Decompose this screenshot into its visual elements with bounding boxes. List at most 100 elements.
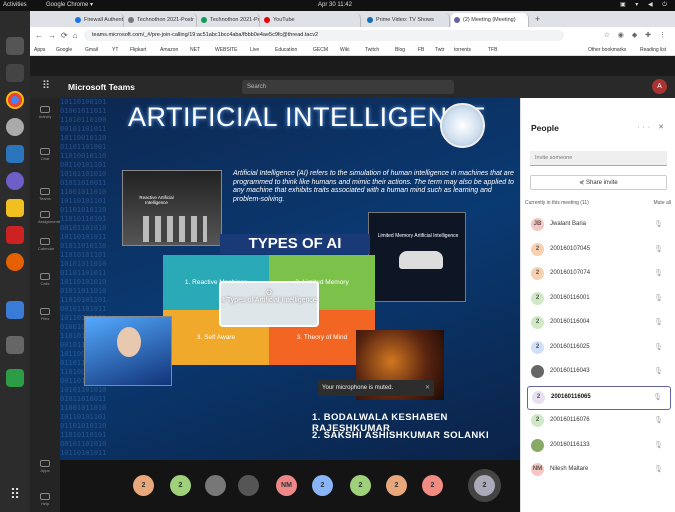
current-participants-label[interactable]: Currently in this meeting (11) — [525, 200, 589, 206]
tab-3[interactable]: YouTube — [261, 13, 361, 27]
chessboard-graphic — [143, 216, 207, 242]
bookmark-16[interactable]: torrents — [454, 44, 471, 56]
tab-5[interactable]: (2) Meeting (Meeting) — [451, 13, 529, 27]
bookmark-6[interactable]: NET — [190, 44, 200, 56]
bookmark-12[interactable]: Twitch — [365, 44, 379, 56]
bookmark-8[interactable]: Live — [250, 44, 259, 56]
bookmark-0[interactable]: Apps — [34, 44, 45, 56]
participant-tile[interactable]: 2 — [386, 475, 407, 496]
rail-item-2[interactable]: Teams — [38, 188, 52, 201]
show-apps-icon[interactable]: ⠿ — [6, 486, 24, 504]
mic-muted-icon[interactable]: 🎙 — [654, 361, 663, 382]
participant-tile[interactable]: 2 — [133, 475, 154, 496]
bookmark-1[interactable]: Google — [56, 44, 72, 56]
participant-row[interactable]: 2 200160107074 🎙 — [527, 263, 671, 287]
rail-item-4[interactable]: Calendar — [38, 238, 54, 251]
disk-app-icon[interactable] — [6, 336, 24, 354]
bookmark-5[interactable]: Amazon — [160, 44, 178, 56]
media-app-icon[interactable] — [6, 172, 24, 190]
bookmark-7[interactable]: WEBSITE — [215, 44, 238, 56]
bookmark-10[interactable]: GECM — [313, 44, 328, 56]
mic-muted-icon[interactable]: 🎙 — [654, 337, 663, 358]
participant-tile[interactable] — [238, 475, 259, 496]
bookmark-14[interactable]: FB — [418, 44, 424, 56]
bookmark-19[interactable]: Reading list — [640, 44, 666, 56]
bookmark-13[interactable]: Blog — [395, 44, 405, 56]
bookmark-3[interactable]: YT — [112, 44, 118, 56]
settings-app-icon[interactable] — [6, 118, 24, 136]
tab-label: YouTube — [273, 17, 295, 23]
clock[interactable]: Apr 30 11:42 — [318, 0, 352, 11]
extension-icons[interactable]: ☆ ◉ ◆ ✚ ⋮ — [604, 27, 669, 44]
participant-row[interactable]: JB Jwalant Baria 🎙 — [527, 214, 671, 238]
new-tab-button[interactable]: + — [535, 11, 540, 27]
rail-item-3[interactable]: Assignments — [38, 211, 61, 224]
app-menu[interactable]: Google Chrome ▾ — [46, 0, 93, 11]
participant-tile[interactable]: 2 — [312, 475, 333, 496]
participant-tile[interactable]: 2 — [350, 475, 371, 496]
participant-tile[interactable]: 2 — [170, 475, 191, 496]
participant-row[interactable]: 2 200160116025 🎙 — [527, 337, 671, 361]
filezilla-app-icon[interactable] — [6, 226, 24, 244]
app-launcher-icon[interactable]: ⠿ — [42, 79, 50, 92]
participant-tile[interactable]: 2 — [474, 475, 495, 496]
url-field[interactable]: teams.microsoft.com/_#/pre-join-calling/… — [84, 30, 564, 41]
mic-muted-icon[interactable]: 🎙 — [654, 435, 663, 456]
mic-muted-icon[interactable]: 🎙 — [654, 263, 663, 284]
rail-item-7[interactable]: Apps — [38, 460, 52, 473]
participant-tile[interactable] — [205, 475, 226, 496]
writer-app-icon[interactable] — [6, 301, 24, 319]
participant-tile[interactable]: 2 — [422, 475, 443, 496]
close-icon[interactable]: ✕ — [425, 380, 430, 396]
mic-muted-icon[interactable]: 🎙 — [654, 410, 663, 431]
participant-row[interactable]: 200160116133 🎙 — [527, 435, 671, 459]
activities-button[interactable]: Activities — [3, 0, 27, 11]
nav-buttons[interactable]: ←→⟳⌂ — [35, 27, 83, 44]
participant-row[interactable]: 2 200160116065 🎙 — [527, 385, 671, 410]
participant-row[interactable]: 200160116043 🎙 — [527, 361, 671, 385]
bookmark-2[interactable]: Gmail — [85, 44, 98, 56]
rail-item-6[interactable]: Files — [38, 308, 52, 321]
participant-row[interactable]: 2 200160107045 🎙 — [527, 239, 671, 263]
mic-muted-icon[interactable]: 🎙 — [654, 239, 663, 260]
sublime-app-icon[interactable] — [6, 199, 24, 217]
participant-row[interactable]: 2 200160116001 🎙 — [527, 288, 671, 312]
mic-muted-icon[interactable]: 🎙 — [654, 288, 663, 309]
participant-row[interactable]: NM Nilesh Maltare 🎙 — [527, 459, 671, 483]
rail-item-8[interactable]: Help — [38, 493, 52, 506]
tab-0[interactable]: Firewall Authentication — [72, 13, 124, 27]
limited-caption: Limited Memory Artificial Intelligence — [377, 233, 459, 239]
system-tray-icons[interactable]: ▣ ▾ ◀ ⏻ — [620, 0, 671, 11]
mute-all-button[interactable]: Mute all — [653, 200, 671, 206]
mic-muted-icon[interactable]: 🎙 — [653, 387, 662, 408]
participant-row[interactable]: 2 200160116076 🎙 — [527, 410, 671, 434]
tab-1[interactable]: Technothon 2021-Postr — [125, 13, 197, 27]
files-app-icon[interactable] — [6, 37, 24, 55]
bookmark-15[interactable]: Twtr — [435, 44, 444, 56]
rail-item-1[interactable]: Chat — [38, 148, 52, 161]
tab-4[interactable]: Prime Video: TV Shows — [364, 13, 450, 27]
bookmark-9[interactable]: Education — [275, 44, 297, 56]
mic-muted-icon[interactable]: 🎙 — [654, 459, 663, 480]
panel-controls[interactable]: ··· ✕ — [637, 123, 667, 131]
terminal-app-icon[interactable] — [6, 64, 24, 82]
bookmark-11[interactable]: Wiki — [340, 44, 349, 56]
chrome-app-icon[interactable] — [6, 91, 24, 109]
search-input[interactable]: Search — [242, 80, 454, 94]
calc-app-icon[interactable] — [6, 369, 24, 387]
participant-row[interactable]: 2 200160116004 🎙 — [527, 312, 671, 336]
participant-tile[interactable]: NM — [276, 475, 297, 496]
tab-2[interactable]: Technothon 2021-Postr — [198, 13, 260, 27]
bookmark-18[interactable]: Other bookmarks — [588, 44, 626, 56]
share-invite-button[interactable]: ⋞ Share invite — [530, 175, 667, 190]
rail-item-5[interactable]: Calls — [38, 273, 52, 286]
avatar[interactable]: A — [652, 79, 667, 94]
mic-muted-icon[interactable]: 🎙 — [654, 214, 663, 235]
bookmark-4[interactable]: Flipkart — [130, 44, 146, 56]
bookmark-17[interactable]: TFB — [488, 44, 497, 56]
firefox-app-icon[interactable] — [6, 253, 24, 271]
rail-item-0[interactable]: Activity — [38, 106, 52, 119]
invite-input[interactable]: Invite someone — [530, 151, 667, 166]
mic-muted-icon[interactable]: 🎙 — [654, 312, 663, 333]
steam-app-icon[interactable] — [6, 145, 24, 163]
